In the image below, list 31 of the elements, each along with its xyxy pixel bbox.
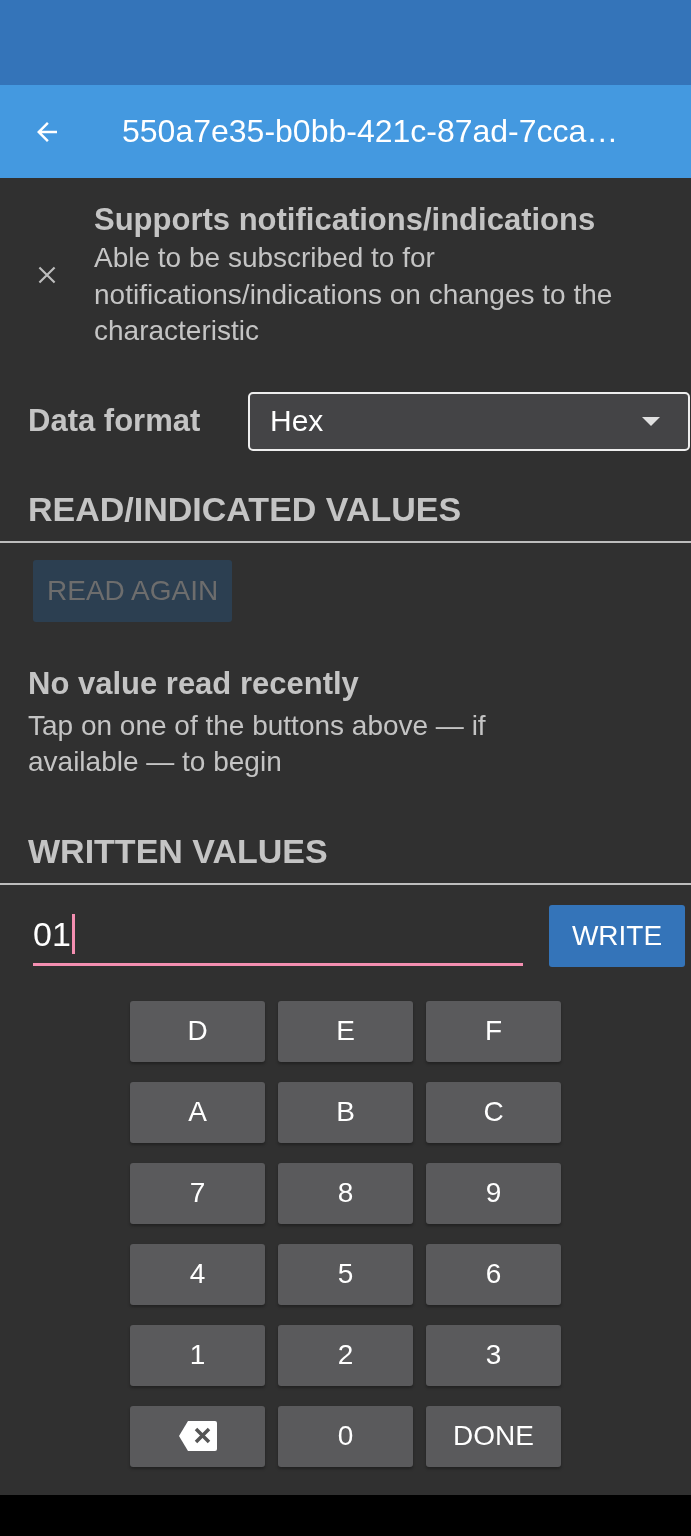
data-format-label: Data format xyxy=(28,403,202,439)
keypad-key[interactable]: 0 xyxy=(278,1405,413,1467)
backspace-key[interactable] xyxy=(130,1405,265,1467)
keypad-key[interactable]: DONE xyxy=(426,1405,561,1467)
dropdown-caret-icon xyxy=(642,416,660,426)
keypad-key[interactable]: 1 xyxy=(130,1324,265,1386)
keypad-key[interactable]: 5 xyxy=(278,1243,413,1305)
write-button[interactable]: WRITE xyxy=(549,904,685,967)
keypad-key[interactable]: B xyxy=(278,1081,413,1143)
keypad-key[interactable]: 3 xyxy=(426,1324,561,1386)
keypad-key[interactable]: E xyxy=(278,1000,413,1062)
value-input-field[interactable]: 01 xyxy=(33,905,523,966)
data-format-dropdown[interactable]: Hex xyxy=(248,391,690,451)
keypad-key[interactable]: 9 xyxy=(426,1162,561,1224)
keypad-key[interactable]: F xyxy=(426,1000,561,1062)
section-heading: WRITTEN VALUES xyxy=(27,830,329,871)
empty-state-text: Tap on one of the buttons above — if available — to begin xyxy=(27,708,487,779)
section-heading: READ/INDICATED VALUES xyxy=(27,488,463,529)
app-bar-title: 550a7e35-b0bb-421c-87ad-7cca… xyxy=(122,113,619,150)
keypad-key[interactable]: D xyxy=(130,1000,265,1062)
notice-description: Able to be subscribed to for notifications/indications on changes to the characteristic xyxy=(94,241,614,348)
keypad-key[interactable]: 6 xyxy=(426,1243,561,1305)
keypad-key[interactable]: 7 xyxy=(130,1162,265,1224)
keypad-key[interactable]: 2 xyxy=(278,1324,413,1386)
notice-title: Supports notifications/indications xyxy=(94,201,597,239)
keypad-key[interactable]: 8 xyxy=(278,1162,413,1224)
keypad-key[interactable]: 4 xyxy=(130,1243,265,1305)
keypad-key[interactable]: C xyxy=(426,1081,561,1143)
backspace-icon xyxy=(177,1420,218,1452)
empty-state-title: No value read recently xyxy=(27,665,360,702)
keypad-key[interactable]: A xyxy=(130,1081,265,1143)
